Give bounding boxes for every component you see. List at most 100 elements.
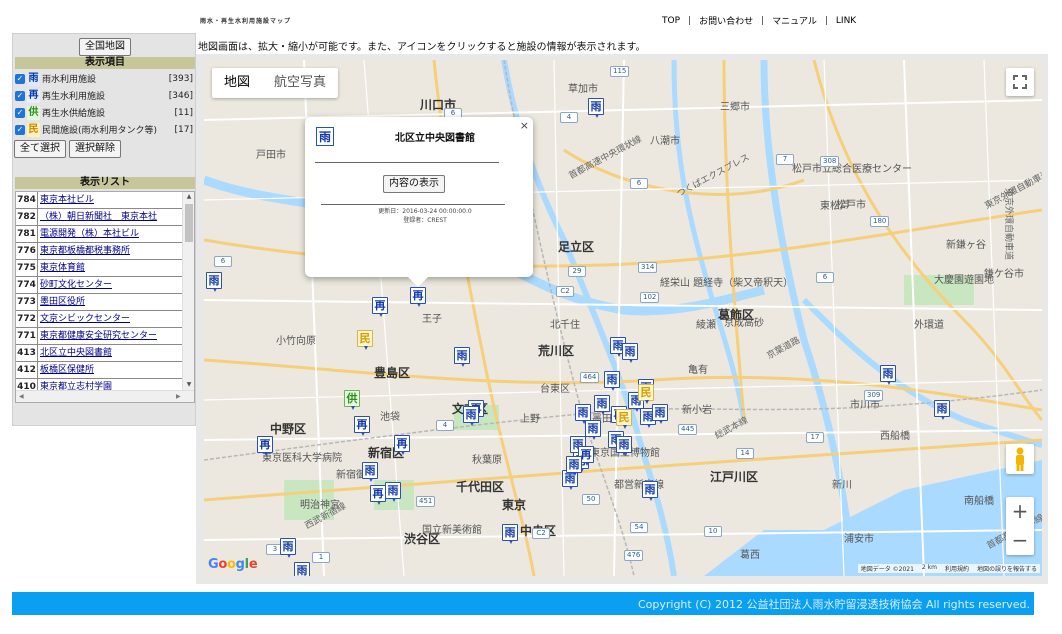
facility-marker-icon[interactable]: 雨 xyxy=(642,481,658,501)
report-error-link[interactable]: 地図の誤りを報告する xyxy=(977,564,1037,573)
list-item-link[interactable]: 文京シビックセンター xyxy=(38,311,184,327)
route-shield: 10 xyxy=(704,526,722,537)
facility-marker-icon[interactable]: 雨 xyxy=(575,404,591,424)
list-item-link[interactable]: 電源開発（株）本社ビル xyxy=(38,226,184,242)
fullscreen-icon[interactable] xyxy=(1006,68,1034,96)
facility-marker-icon[interactable]: 民 xyxy=(616,409,632,429)
legend-recycled[interactable]: ✓ 再 再生水利用施設 [346] xyxy=(15,87,195,104)
list-item[interactable]: 413 北区立中央図書館 xyxy=(16,345,184,362)
nav-link-link[interactable]: LINK xyxy=(836,16,856,26)
facility-marker-icon[interactable]: 雨 xyxy=(566,456,582,476)
nav-top-link[interactable]: TOP xyxy=(662,16,680,26)
facility-marker-icon[interactable]: 民 xyxy=(638,384,654,404)
legend-private[interactable]: ✓ 民 民間施設(雨水利用タンク等) [17] xyxy=(15,121,195,138)
facility-marker-icon[interactable]: 雨 xyxy=(454,347,470,367)
list-item[interactable]: 771 東京都健康安全研究センター xyxy=(16,328,184,345)
list-item-link[interactable]: 東京本社ビル xyxy=(38,192,184,208)
facility-marker-icon[interactable]: 供 xyxy=(344,390,360,410)
list-item-id: 773 xyxy=(16,294,38,310)
list-item-link[interactable]: 東京体育館 xyxy=(38,260,184,276)
list-item[interactable]: 772 文京シビックセンター xyxy=(16,311,184,328)
facility-marker-icon[interactable]: 雨 xyxy=(880,365,896,385)
list-item-link[interactable]: 北区立中央図書館 xyxy=(38,345,184,361)
tab-map[interactable]: 地図 xyxy=(212,68,262,98)
scroll-left-icon[interactable]: ◀ xyxy=(19,391,24,402)
facility-marker-icon[interactable]: 雨 xyxy=(652,404,668,424)
facility-marker-icon[interactable]: 雨 xyxy=(280,538,296,558)
facility-marker-icon[interactable]: 再 xyxy=(257,436,273,456)
map-canvas[interactable]: 川口市草加市三郷市八潮市戸田市松戸市足立区葛飾区荒川区豊島区文京区中野区新宿区千… xyxy=(204,60,1042,576)
all-map-button[interactable]: 全国地図 xyxy=(79,38,131,56)
select-all-button[interactable]: 全て選択 xyxy=(14,140,66,158)
terms-link[interactable]: 利用規約 xyxy=(945,564,969,573)
list-item-link[interactable]: 砂町文化センター xyxy=(38,277,184,293)
scroll-thumb[interactable] xyxy=(185,204,193,242)
map-place-label: 江戸川区 xyxy=(710,470,759,484)
facility-marker-icon[interactable]: 雨 xyxy=(463,406,479,426)
facility-marker-icon[interactable]: 雨 xyxy=(585,420,601,440)
facility-marker-icon[interactable]: 民 xyxy=(357,330,373,350)
scroll-down-icon[interactable]: ▼ xyxy=(183,380,194,390)
list-vertical-scrollbar[interactable]: ▲ ▼ xyxy=(182,192,194,390)
facility-marker-icon[interactable]: 再 xyxy=(370,485,386,505)
route-shield: 1 xyxy=(312,552,330,563)
route-shield: C2 xyxy=(556,286,574,297)
facility-marker-icon[interactable]: 雨 xyxy=(294,562,310,576)
facility-marker-icon[interactable]: 雨 xyxy=(616,436,632,456)
list-item[interactable]: 776 東京都板橋都税事務所 xyxy=(16,243,184,260)
list-item-link[interactable]: （株）朝日新聞社 東京本社 xyxy=(38,209,184,225)
list-item[interactable]: 781 電源開発（株）本社ビル xyxy=(16,226,184,243)
list-horizontal-scrollbar[interactable]: ◀ ▶ xyxy=(16,390,194,402)
nav-contact-link[interactable]: お問い合わせ xyxy=(699,14,753,27)
map-place-label: 小竹向原 xyxy=(276,336,316,347)
facility-marker-icon[interactable]: 雨 xyxy=(594,395,610,415)
legend-count: [11] xyxy=(174,107,193,118)
map-place-label: 西船橋 xyxy=(880,431,910,442)
list-item-link[interactable]: 東京都健康安全研究センター xyxy=(38,328,184,344)
checkbox-supply[interactable]: ✓ xyxy=(15,107,25,118)
list-item-link[interactable]: 板橋区保健所 xyxy=(38,362,184,378)
facility-marker-icon[interactable]: 再 xyxy=(394,435,410,455)
street-view-pegman-icon[interactable] xyxy=(1006,444,1034,474)
zoom-in-button[interactable]: + xyxy=(1006,497,1034,526)
map-place-label: 三郷市 xyxy=(720,102,750,113)
map-place-label: 東京医科大学病院 xyxy=(262,453,342,464)
facility-marker-icon[interactable]: 再 xyxy=(354,416,370,436)
scroll-up-icon[interactable]: ▲ xyxy=(183,192,194,202)
deselect-all-button[interactable]: 選択解除 xyxy=(69,140,121,158)
tab-satellite[interactable]: 航空写真 xyxy=(262,68,338,98)
list-item[interactable]: 782 （株）朝日新聞社 東京本社 xyxy=(16,209,184,226)
popup-registrant: 登録者：CREST xyxy=(403,217,447,224)
route-shield: 6 xyxy=(816,272,834,283)
facility-marker-icon[interactable]: 雨 xyxy=(604,371,620,391)
popup-divider xyxy=(315,162,499,163)
list-item[interactable]: 784 東京本社ビル xyxy=(16,192,184,209)
site-logo[interactable]: 雨水・再生水利用施設マップ xyxy=(200,16,291,25)
list-item[interactable]: 773 墨田区役所 xyxy=(16,294,184,311)
nav-manual-link[interactable]: マニュアル xyxy=(772,14,817,27)
legend-supply[interactable]: ✓ 供 再生水供給施設 [11] xyxy=(15,104,195,121)
facility-marker-icon[interactable]: 雨 xyxy=(502,524,518,544)
list-item[interactable]: 774 砂町文化センター xyxy=(16,277,184,294)
legend-count: [346] xyxy=(168,90,193,101)
checkbox-private[interactable]: ✓ xyxy=(15,124,25,135)
checkbox-rain[interactable]: ✓ xyxy=(15,73,25,84)
facility-marker-icon[interactable]: 雨 xyxy=(385,482,401,502)
legend-rain[interactable]: ✓ 雨 雨水利用施設 [393] xyxy=(15,70,195,87)
facility-marker-icon[interactable]: 雨 xyxy=(362,462,378,482)
facility-marker-icon[interactable]: 再 xyxy=(410,287,426,307)
scroll-right-icon[interactable]: ▶ xyxy=(176,391,181,402)
facility-marker-icon[interactable]: 雨 xyxy=(622,343,638,363)
facility-marker-icon[interactable]: 雨 xyxy=(206,272,222,292)
show-details-button[interactable]: 内容の表示 xyxy=(383,175,445,193)
list-item[interactable]: 412 板橋区保健所 xyxy=(16,362,184,379)
facility-marker-icon[interactable]: 再 xyxy=(372,297,388,317)
facility-marker-icon[interactable]: 雨 xyxy=(588,98,604,118)
list-item[interactable]: 775 東京体育館 xyxy=(16,260,184,277)
checkbox-recycled[interactable]: ✓ xyxy=(15,90,25,101)
facility-list[interactable]: 784 東京本社ビル 782 （株）朝日新聞社 東京本社 781 電源開発（株）本社ビル 7… xyxy=(15,191,195,403)
zoom-out-button[interactable]: − xyxy=(1006,526,1034,555)
list-item-link[interactable]: 東京都板橋都税事務所 xyxy=(38,243,184,259)
facility-marker-icon[interactable]: 雨 xyxy=(934,400,950,420)
list-item-link[interactable]: 墨田区役所 xyxy=(38,294,184,310)
